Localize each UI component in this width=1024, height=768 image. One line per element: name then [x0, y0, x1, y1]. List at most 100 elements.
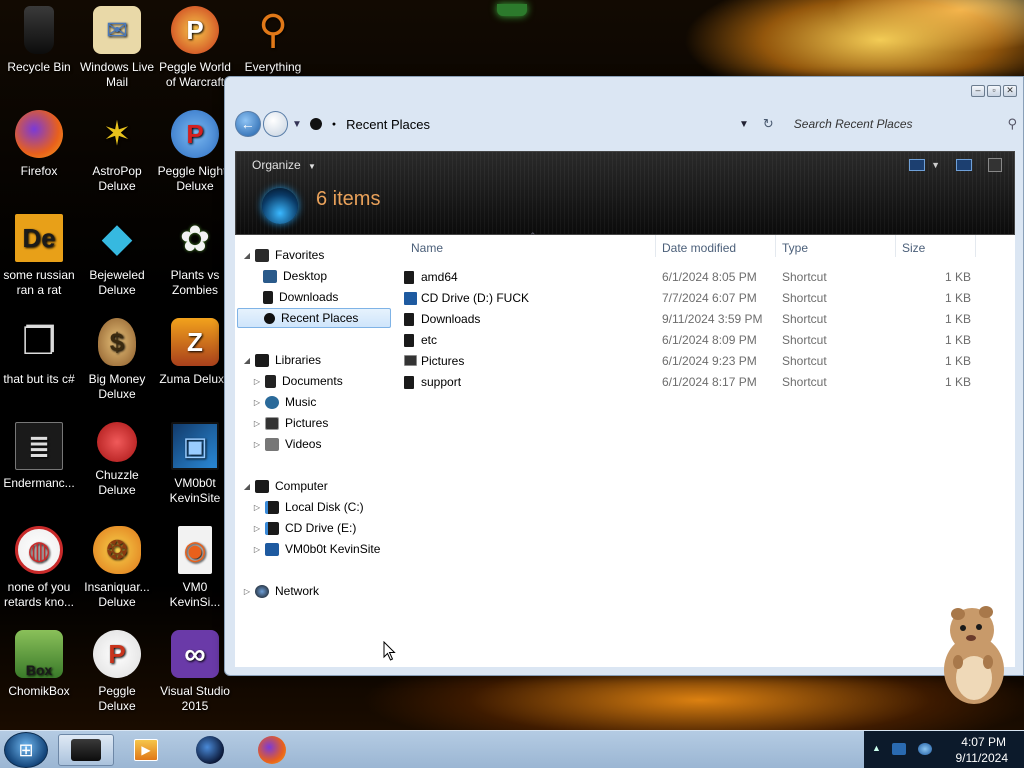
help-icon[interactable]	[988, 158, 1002, 172]
history-dropdown-icon[interactable]: ▼	[292, 119, 302, 130]
clock-time[interactable]: 4:07 PM	[961, 735, 1006, 749]
file-row[interactable]: Downloads 9/11/2024 3:59 PM Shortcut 1 K…	[401, 309, 1001, 330]
collapse-arrow-icon[interactable]: ▷	[241, 587, 253, 596]
desktop-icon-endermanc[interactable]: ≣ Endermanc...	[0, 422, 78, 491]
zuma-icon: Z	[171, 318, 219, 366]
taskbar-explorer-button[interactable]	[58, 734, 114, 766]
folder-orb-icon	[262, 188, 298, 224]
breadcrumb-separator-icon[interactable]: ●	[332, 121, 336, 128]
organize-button[interactable]: Organize ▼	[252, 158, 316, 172]
desktop-icon-plants-vs-zombies[interactable]: ✿ Plants vs Zombies	[156, 214, 234, 298]
nav-favorites[interactable]: ◢ Favorites	[241, 245, 391, 265]
start-button[interactable]: ⊞	[4, 732, 48, 768]
command-toolbar: Organize ▼ ▼ 6 items	[235, 151, 1015, 235]
address-bar[interactable]: ● Recent Places	[309, 111, 727, 137]
views-dropdown-icon[interactable]: ▼	[931, 160, 940, 170]
desktop-icon-astropop-deluxe[interactable]: ✶ AstroPop Deluxe	[78, 110, 156, 194]
desktop-icon-firefox[interactable]: Firefox	[0, 110, 78, 179]
nav-videos[interactable]: ▷ Videos	[251, 434, 391, 454]
file-row[interactable]: amd64 6/1/2024 8:05 PM Shortcut 1 KB	[401, 267, 1001, 288]
nav-documents[interactable]: ▷ Documents	[251, 371, 391, 391]
desktop-icon-that-but-its-csharp[interactable]: ❐ that but its c#	[0, 318, 78, 387]
collapse-arrow-icon[interactable]: ▷	[251, 419, 263, 428]
nav-desktop[interactable]: Desktop	[261, 266, 391, 286]
nav-cd-drive[interactable]: ▷ CD Drive (E:)	[251, 518, 391, 538]
nav-network[interactable]: ▷ Network	[241, 581, 391, 601]
desktop-icon-windows-live-mail[interactable]: ✉ Windows Live Mail	[78, 6, 156, 90]
desktop-icon-peggle-nights-deluxe[interactable]: P Peggle Nights Deluxe	[156, 110, 234, 194]
expand-arrow-icon[interactable]: ◢	[241, 356, 253, 365]
minimize-button[interactable]: ‒	[971, 85, 985, 97]
search-icon[interactable]: ⚲	[1007, 116, 1017, 132]
file-row[interactable]: support 6/1/2024 8:17 PM Shortcut 1 KB	[401, 372, 1001, 393]
desktop-icon-everything[interactable]: ⚲ Everything	[234, 6, 312, 75]
collapse-arrow-icon[interactable]: ▷	[251, 440, 263, 449]
desktop-icon-vm0-kevinsite[interactable]: ◉ VM0 KevinSi...	[156, 526, 234, 610]
maximize-button[interactable]: ▫	[987, 85, 1001, 97]
nav-pictures[interactable]: ▷ Pictures	[251, 413, 391, 433]
show-hidden-icons-icon[interactable]: ▲	[872, 743, 881, 753]
desktop-icon-chomikbox[interactable]: Box ChomikBox	[0, 630, 78, 699]
file-name: Downloads	[421, 312, 481, 326]
desktop-icon-visual-studio-2015[interactable]: ∞ Visual Studio 2015	[156, 630, 234, 714]
computer-icon	[255, 479, 269, 493]
column-header-size[interactable]: Size	[902, 241, 925, 255]
column-divider[interactable]	[895, 235, 896, 257]
collapse-arrow-icon[interactable]: ▷	[251, 398, 263, 407]
desktop-icon-some-russian-ran-a-rat[interactable]: De some russian ran a rat	[0, 214, 78, 298]
desktop-icon-peggle-deluxe[interactable]: P Peggle Deluxe	[78, 630, 156, 714]
column-header-type[interactable]: Type	[782, 241, 808, 255]
nav-music[interactable]: ▷ Music	[251, 392, 391, 412]
column-divider[interactable]	[655, 235, 656, 257]
column-header-name[interactable]: Name	[411, 241, 443, 255]
nav-libraries[interactable]: ◢ Libraries	[241, 350, 391, 370]
column-header-date[interactable]: Date modified	[662, 241, 736, 255]
address-dropdown-icon[interactable]: ▼	[739, 119, 749, 130]
nav-local-disk[interactable]: ▷ Local Disk (C:)	[251, 497, 391, 517]
desktop-icon-vm0b0t-kevinsite[interactable]: ▣ VM0b0t KevinSite	[156, 422, 234, 506]
search-input[interactable]: Search Recent Places ⚲	[794, 111, 1017, 137]
item-count: 6 items	[316, 188, 381, 210]
collapse-arrow-icon[interactable]: ▷	[251, 377, 263, 386]
forward-button[interactable]	[262, 111, 288, 137]
wallpaper-glow	[497, 4, 527, 16]
magnifier-icon: ⚲	[258, 7, 288, 52]
desktop-icon-none-of-you[interactable]: ◍ none of you retards kno...	[0, 526, 78, 610]
clock-date[interactable]: 9/11/2024	[956, 751, 1009, 765]
taskbar-globe-button[interactable]	[182, 734, 238, 766]
desktop-icon-big-money-deluxe[interactable]: $ Big Money Deluxe	[78, 318, 156, 402]
nav-computer[interactable]: ◢ Computer	[241, 476, 391, 496]
desktop-icon-recycle-bin[interactable]: Recycle Bin	[0, 6, 78, 75]
nav-downloads[interactable]: Downloads	[261, 287, 391, 307]
collapse-arrow-icon[interactable]: ▷	[251, 503, 263, 512]
recent-places-icon	[264, 312, 275, 324]
column-divider[interactable]	[775, 235, 776, 257]
refresh-icon[interactable]: ↻	[763, 116, 774, 132]
column-divider[interactable]	[975, 235, 976, 257]
back-button[interactable]: ←	[235, 111, 261, 137]
expand-arrow-icon[interactable]: ◢	[241, 251, 253, 260]
taskbar-firefox-button[interactable]	[244, 734, 300, 766]
desktop-icon-zuma-deluxe[interactable]: Z Zuma Deluxe	[156, 318, 234, 387]
preview-pane-icon[interactable]	[956, 159, 972, 171]
desktop-icon-chuzzle-deluxe[interactable]: Chuzzle Deluxe	[78, 422, 156, 498]
taskbar-media-player-button[interactable]: ▶	[118, 734, 174, 766]
desktop-icon-insaniquarium-deluxe[interactable]: ❂ Insaniquar... Deluxe	[78, 526, 156, 610]
collapse-arrow-icon[interactable]: ▷	[251, 524, 263, 533]
desktop-icon-peggle-world-of-warcraft[interactable]: P Peggle World of Warcraft	[156, 6, 234, 90]
nav-recent-places[interactable]: Recent Places	[237, 308, 391, 328]
file-row[interactable]: etc 6/1/2024 8:09 PM Shortcut 1 KB	[401, 330, 1001, 351]
desktop-icon-bejeweled-deluxe[interactable]: ◆ Bejeweled Deluxe	[78, 214, 156, 298]
file-row[interactable]: CD Drive (D:) FUCK 7/7/2024 6:07 PM Shor…	[401, 288, 1001, 309]
network-status-icon[interactable]	[892, 743, 906, 755]
nav-vm-kevinsite[interactable]: ▷ VM0b0t KevinSite	[251, 539, 401, 559]
expand-arrow-icon[interactable]: ◢	[241, 482, 253, 491]
change-view-icon[interactable]	[909, 159, 926, 171]
breadcrumb-current[interactable]: Recent Places	[346, 117, 430, 132]
shortcut-icon	[404, 376, 414, 389]
volume-icon[interactable]	[918, 743, 932, 755]
file-row[interactable]: Pictures 6/1/2024 9:23 PM Shortcut 1 KB	[401, 351, 1001, 372]
close-button[interactable]: ✕	[1003, 85, 1017, 97]
search-placeholder: Search Recent Places	[793, 117, 913, 131]
collapse-arrow-icon[interactable]: ▷	[251, 545, 263, 554]
